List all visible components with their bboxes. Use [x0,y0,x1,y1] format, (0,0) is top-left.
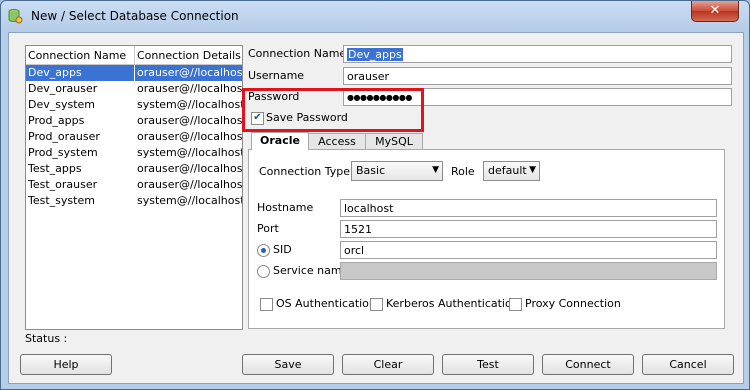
port-input[interactable]: 1521 [340,220,717,238]
connection-list[interactable]: Connection Name Connection Details Dev_a… [25,45,243,330]
hostname-label: Hostname [257,201,314,214]
help-button[interactable]: Help [20,354,112,375]
port-label: Port [257,222,279,235]
username-label: Username [248,69,305,82]
tab-mysql[interactable]: MySQL [365,133,423,150]
list-item[interactable]: Prod_system system@//localhost... [26,145,242,161]
connection-name-cell: Test_apps [28,162,82,175]
dialog-window: New / Select Database Connection ✕ Conne… [0,0,750,390]
connection-name-cell: Test_orauser [28,178,98,191]
connection-details-cell: orauser@//localhost... [137,178,242,191]
connection-type-select[interactable]: Basic ▼ [351,161,443,181]
list-item[interactable]: Dev_system system@//localhost... [26,97,242,113]
connection-type-label: Connection Type [259,165,351,178]
service-name-input[interactable] [340,262,717,280]
title-bar[interactable]: New / Select Database Connection ✕ [1,1,749,31]
kerberos-auth-checkbox[interactable] [370,298,383,311]
connection-details-cell: orauser@//localhost... [137,114,242,127]
save-button[interactable]: Save [242,354,334,375]
connection-name-cell: Dev_orauser [28,82,98,95]
dropdown-arrow-icon: ▼ [432,165,439,175]
role-label: Role [451,165,475,178]
proxy-connection-checkbox[interactable] [509,298,522,311]
proxy-connection-label: Proxy Connection [525,297,621,310]
list-item[interactable]: Prod_apps orauser@//localhost... [26,113,242,129]
connection-name-label: Connection Name [248,47,347,60]
tab-oracle[interactable]: Oracle [251,132,309,150]
close-button[interactable]: ✕ [691,1,739,22]
list-item[interactable]: Dev_appsorauser@//localhost... [26,65,242,81]
column-header-name[interactable]: Connection Name [28,49,126,62]
connection-name-cell: Test_system [28,194,95,207]
sid-radio[interactable] [257,244,270,257]
connection-details-cell: system@//localhost... [137,146,242,159]
connection-name-value: Dev_apps [347,48,403,61]
connection-name-cell: Prod_orauser [28,130,100,143]
list-item[interactable]: Test_orauser orauser@//localhost... [26,177,242,193]
service-name-radio[interactable] [257,265,270,278]
column-header-details[interactable]: Connection Details [137,49,241,62]
dropdown-arrow-icon: ▼ [529,165,536,175]
list-item[interactable]: Prod_orauser orauser@//localhost... [26,129,242,145]
oracle-tab-panel: Connection Type Basic ▼ Role default ▼ H… [248,149,725,329]
dialog-content: Connection Name Connection Details Dev_a… [8,32,744,384]
tab-access[interactable]: Access [308,133,366,150]
clear-button[interactable]: Clear [342,354,434,375]
connection-details-cell: system@//localhost... [137,194,242,207]
connection-name-cell: Prod_system [28,146,98,159]
test-button[interactable]: Test [442,354,534,375]
connect-button[interactable]: Connect [542,354,634,375]
connection-name-input[interactable]: Dev_apps [343,45,732,63]
os-auth-label: OS Authentication [276,297,376,310]
connection-details-cell: orauser@//localhost... [137,82,242,95]
highlight-box [242,88,424,132]
connection-details-cell: orauser@//localhost... [135,65,242,81]
kerberos-auth-label: Kerberos Authentication [386,297,519,310]
service-name-label: Service name [273,264,349,277]
connection-type-value: Basic [356,164,386,177]
list-header: Connection Name Connection Details [26,46,242,65]
username-input[interactable]: orauser [343,67,732,85]
database-connection-icon [8,9,23,24]
os-auth-checkbox[interactable] [260,298,273,311]
column-divider[interactable] [134,46,135,64]
connection-name-cell: Prod_apps [28,114,85,127]
list-item[interactable]: Test_apps orauser@//localhost... [26,161,242,177]
connection-name-cell: Dev_system [28,98,96,111]
cancel-button[interactable]: Cancel [642,354,734,375]
window-title: New / Select Database Connection [31,9,239,23]
hostname-input[interactable]: localhost [340,199,717,217]
role-select[interactable]: default ▼ [483,161,540,181]
connection-name-cell: Dev_apps [26,65,134,81]
status-label: Status : [25,332,68,345]
connection-details-cell: system@//localhost... [137,98,242,111]
connection-details-cell: orauser@//localhost... [137,130,242,143]
connection-details-cell: orauser@//localhost... [137,162,242,175]
list-item[interactable]: Dev_orauser orauser@//localhost... [26,81,242,97]
list-item[interactable]: Test_system system@//localhost... [26,193,242,209]
sid-label: SID [273,243,292,256]
role-value: default [488,164,527,177]
sid-input[interactable]: orcl [340,241,717,259]
